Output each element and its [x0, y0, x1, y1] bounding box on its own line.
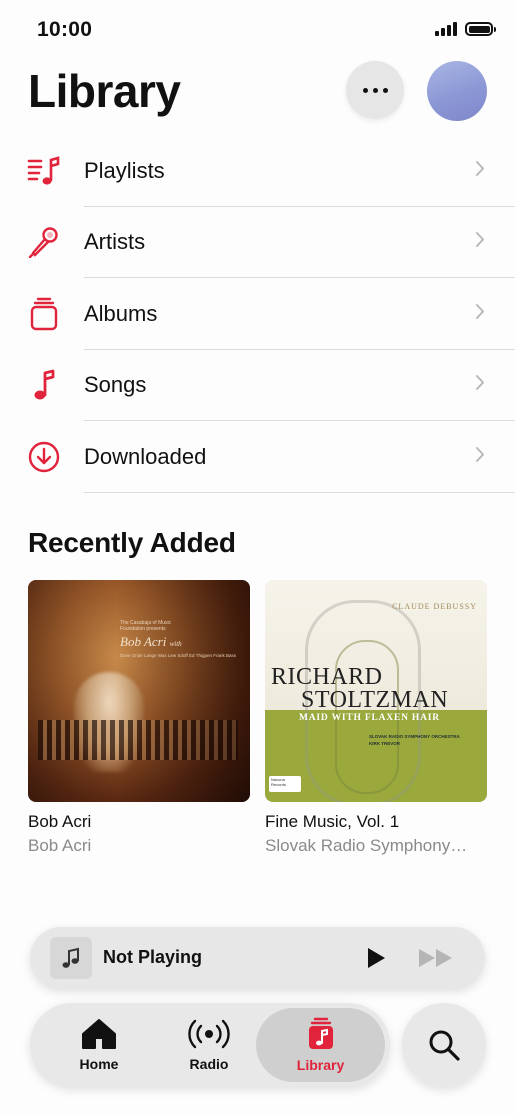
skip-forward-button[interactable] [418, 948, 454, 973]
chevron-right-icon [475, 374, 485, 396]
library-item-artists[interactable]: Artists [0, 207, 515, 278]
record-label-logo: Navona Records [269, 776, 301, 792]
library-icon [308, 1017, 333, 1049]
album-artwork[interactable]: The Casabaja of Music Foundation present… [28, 580, 250, 802]
radio-waves-icon [188, 1019, 230, 1049]
microphone-icon [27, 225, 61, 259]
library-list: Playlists Artists Albums Songs Downloade… [0, 135, 515, 493]
album-artist: Slovak Radio Symphony… [265, 836, 468, 855]
library-item-songs[interactable]: Songs [0, 350, 515, 421]
fast-forward-icon [419, 949, 452, 967]
music-note-icon [62, 947, 79, 968]
play-button[interactable] [365, 946, 387, 975]
chevron-right-icon [475, 160, 485, 182]
search-icon [429, 1030, 460, 1061]
artwork-text: The Casabaja of Music Foundation present… [120, 620, 172, 632]
mini-player-artwork [50, 937, 92, 979]
tab-bar: Home Radio Library [30, 1003, 390, 1087]
library-item-label: Albums [84, 300, 158, 326]
tab-library[interactable]: Library [256, 1008, 385, 1082]
avatar[interactable] [427, 61, 487, 121]
status-time: 10:00 [37, 18, 93, 41]
album-title: Bob Acri [28, 812, 92, 831]
music-note-icon [27, 368, 61, 402]
play-icon [368, 948, 385, 968]
now-playing-title: Not Playing [103, 947, 203, 967]
artwork-text: Bob Acri with [120, 634, 182, 649]
artwork-text: Dave Onde Lange Was Lew Sdoff Ed Thigpen… [120, 653, 236, 658]
mini-player[interactable]: Not Playing [30, 927, 485, 989]
tab-label: Radio [189, 1056, 229, 1072]
search-button[interactable] [402, 1003, 486, 1087]
tab-label: Home [79, 1056, 119, 1072]
artwork-text: STOLTZMAN [301, 687, 449, 713]
download-circle-icon [27, 440, 61, 474]
album-card-fine-music[interactable]: CLAUDE DEBUSSY RICHARD STOLTZMAN MAID WI… [265, 580, 487, 856]
library-item-label: Songs [84, 372, 147, 398]
album-card-bob-acri[interactable]: The Casabaja of Music Foundation present… [28, 580, 250, 856]
section-title-recently-added: Recently Added [28, 527, 236, 558]
album-artist: Bob Acri [28, 836, 92, 855]
tab-label: Library [296, 1057, 345, 1073]
battery-icon [465, 22, 496, 36]
playlist-icon [27, 154, 61, 188]
album-title: Fine Music, Vol. 1 [265, 812, 400, 831]
chevron-right-icon [475, 303, 485, 325]
artwork-text: CLAUDE DEBUSSY [392, 602, 477, 611]
chevron-right-icon [475, 446, 485, 468]
library-item-albums[interactable]: Albums [0, 278, 515, 350]
tab-radio[interactable]: Radio [160, 1003, 258, 1087]
status-icons [435, 22, 496, 36]
signal-icon [435, 22, 457, 36]
library-item-label: Playlists [84, 157, 165, 183]
library-item-label: Downloaded [84, 443, 207, 469]
album-stack-icon [27, 297, 61, 331]
library-item-playlists[interactable]: Playlists [0, 135, 515, 207]
artwork-text: MAID WITH FLAXEN HAIR [299, 713, 440, 723]
page-title: Library [28, 65, 181, 117]
separator [84, 491, 515, 493]
ellipsis-icon [362, 87, 388, 93]
artwork-text: SLOVAK RADIO SYMPHONY ORCHESTRA KIRK TREV… [369, 734, 460, 746]
library-item-downloaded[interactable]: Downloaded [0, 421, 515, 493]
more-options-button[interactable] [346, 61, 404, 119]
library-item-label: Artists [84, 229, 146, 255]
album-artwork[interactable]: CLAUDE DEBUSSY RICHARD STOLTZMAN MAID WI… [265, 580, 487, 802]
chevron-right-icon [475, 231, 485, 253]
tab-home[interactable]: Home [50, 1003, 148, 1087]
home-icon [82, 1019, 116, 1049]
